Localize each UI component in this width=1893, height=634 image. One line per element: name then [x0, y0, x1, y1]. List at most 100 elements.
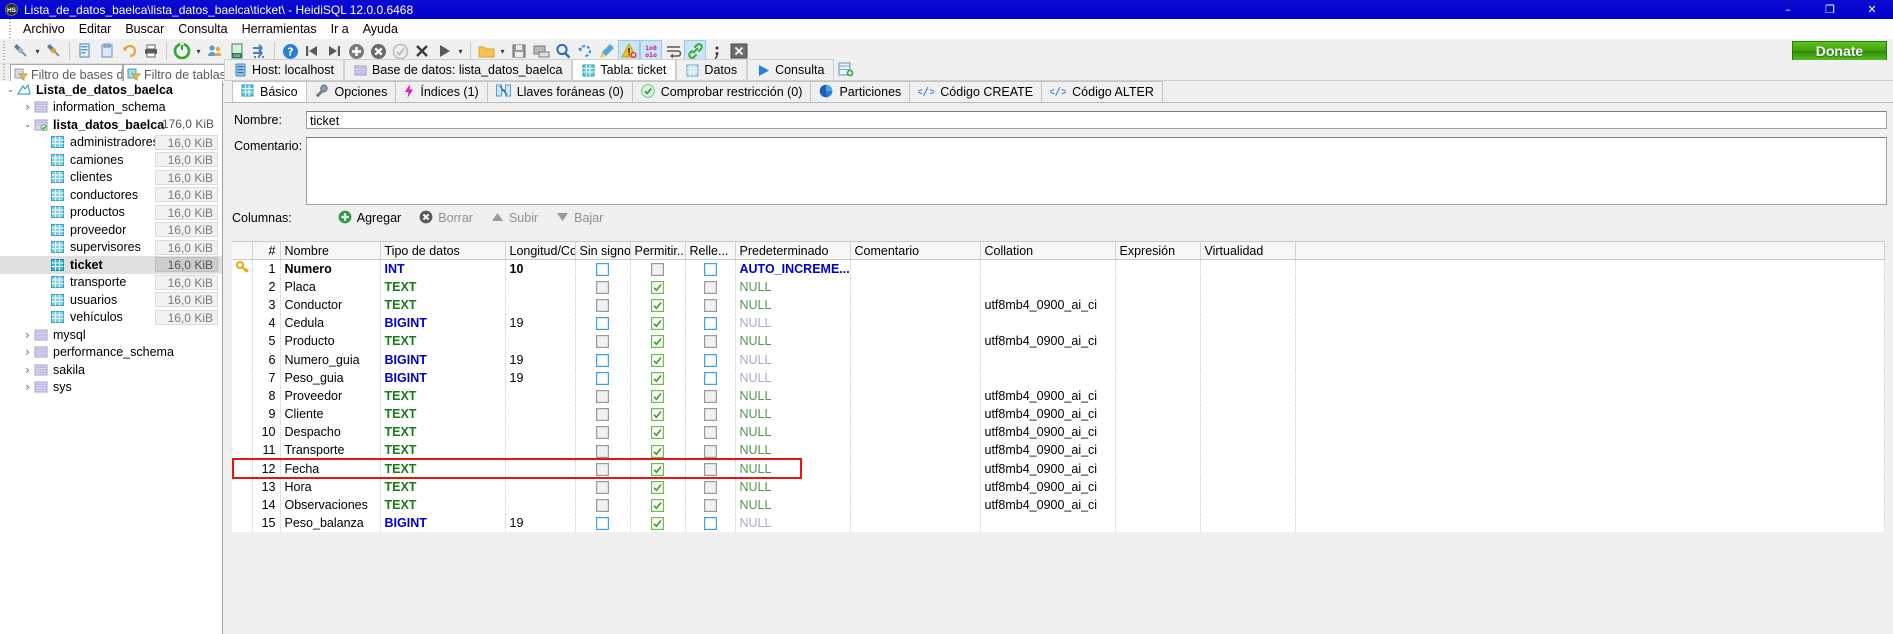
column-name[interactable]: Peso_balanza	[280, 514, 381, 533]
tab-opciones[interactable]: Opciones	[305, 81, 397, 102]
maximize-button[interactable]: ❐	[1809, 0, 1851, 19]
column-header-permitir-[interactable]: Permitir...	[630, 241, 686, 260]
column-name[interactable]: Cliente	[280, 405, 381, 424]
column-comment[interactable]	[850, 259, 981, 278]
tree-item-performance-schema[interactable]: › performance_schema	[0, 344, 222, 362]
unsigned-checkbox[interactable]	[575, 295, 631, 315]
column-default[interactable]: NULL	[735, 386, 851, 405]
column-default[interactable]: NULL	[735, 350, 851, 369]
column-length[interactable]	[505, 405, 576, 424]
column-expression[interactable]	[1115, 386, 1201, 405]
table-row[interactable]: 6 Numero_guia BIGINT 19 NULL	[232, 350, 1885, 369]
table-row[interactable]: 7 Peso_guia BIGINT 19 NULL	[232, 368, 1885, 387]
column-length[interactable]	[505, 295, 576, 315]
column-length[interactable]	[505, 441, 576, 460]
column-datatype[interactable]: BIGINT	[380, 314, 506, 333]
column-name[interactable]: Conductor	[280, 295, 381, 315]
unsigned-checkbox[interactable]	[575, 368, 631, 387]
connect-dropdown-icon[interactable]: ▾	[32, 40, 43, 62]
tab-llaves-foraneas[interactable]: Llaves foráneas (0)	[486, 81, 633, 102]
minimize-button[interactable]: –	[1767, 0, 1809, 19]
column-length[interactable]: 19	[505, 314, 576, 333]
column-expression[interactable]	[1115, 259, 1201, 278]
tab-indices[interactable]: Índices (1)	[395, 81, 488, 102]
chevron-right-icon[interactable]: ›	[21, 361, 34, 378]
column-virtuality[interactable]	[1200, 314, 1296, 333]
columns-grid[interactable]: #NombreTipo de datosLongitud/Co...Sin si…	[232, 241, 1885, 634]
disconnect-icon[interactable]	[43, 40, 65, 62]
table-row[interactable]: 14 Observaciones TEXT NULL utf8mb4_0900_ai_c…	[232, 495, 1885, 515]
unsigned-checkbox[interactable]	[575, 459, 631, 478]
column-name[interactable]: Numero_guia	[280, 350, 381, 369]
zerofill-checkbox[interactable]	[685, 259, 736, 278]
nullable-checkbox[interactable]	[630, 423, 686, 442]
column-collation[interactable]	[980, 350, 1116, 369]
column-name[interactable]: Peso_guia	[280, 368, 381, 387]
column-comment[interactable]	[850, 441, 981, 460]
column-collation[interactable]: utf8mb4_0900_ai_ci	[980, 405, 1116, 424]
menu-item-consulta[interactable]: Consulta	[171, 20, 234, 38]
nullable-checkbox[interactable]	[630, 477, 686, 496]
nullable-checkbox[interactable]	[630, 350, 686, 369]
menu-item-herramientas[interactable]: Herramientas	[235, 20, 324, 38]
main-tab-query[interactable]: Consulta	[747, 59, 835, 80]
column-collation[interactable]: utf8mb4_0900_ai_ci	[980, 423, 1116, 442]
main-tab-database[interactable]: Base de datos: lista_datos_baelca	[343, 59, 573, 80]
column-datatype[interactable]: TEXT	[380, 423, 506, 442]
column-header-comentario[interactable]: Comentario	[850, 241, 981, 260]
column-expression[interactable]	[1115, 423, 1201, 442]
column-collation[interactable]	[980, 259, 1116, 278]
column-length[interactable]: 19	[505, 350, 576, 369]
unsigned-checkbox[interactable]	[575, 386, 631, 405]
column-name[interactable]: Proveedor	[280, 386, 381, 405]
refresh-icon[interactable]	[171, 40, 193, 62]
column-datatype[interactable]: BIGINT	[380, 368, 506, 387]
column-collation[interactable]	[980, 514, 1116, 533]
tree-item-productos[interactable]: productos 16,0 KiB	[0, 204, 222, 222]
column-virtuality[interactable]	[1200, 423, 1296, 442]
nullable-checkbox[interactable]	[630, 441, 686, 460]
column-expression[interactable]	[1115, 495, 1201, 515]
column-comment[interactable]	[850, 459, 981, 478]
column-length[interactable]: 19	[505, 368, 576, 387]
zerofill-checkbox[interactable]	[685, 405, 736, 424]
column-default[interactable]: NULL	[735, 405, 851, 424]
column-header-expresi-n[interactable]: Expresión	[1115, 241, 1201, 260]
zerofill-checkbox[interactable]	[685, 386, 736, 405]
column-datatype[interactable]: TEXT	[380, 441, 506, 460]
nullable-checkbox[interactable]	[630, 368, 686, 387]
unsigned-checkbox[interactable]	[575, 495, 631, 515]
column-datatype[interactable]: TEXT	[380, 495, 506, 515]
column-default[interactable]: NULL	[735, 277, 851, 296]
column-virtuality[interactable]	[1200, 368, 1296, 387]
tree-item-information-schema[interactable]: › information_schema	[0, 99, 222, 117]
zerofill-checkbox[interactable]	[685, 459, 736, 478]
table-row[interactable]: 12 Fecha TEXT NULL utf8mb4_0900_ai_ci	[232, 459, 1885, 478]
column-comment[interactable]	[850, 332, 981, 351]
table-row[interactable]: 15 Peso_balanza BIGINT 19 NULL	[232, 514, 1885, 533]
move-down-button[interactable]: Bajar	[550, 209, 609, 228]
table-row[interactable]: 10 Despacho TEXT NULL utf8mb4_0900_ai_ci	[232, 423, 1885, 442]
tree-item-ticket[interactable]: ticket 16,0 KiB	[0, 256, 222, 274]
column-header-nombre[interactable]: Nombre	[280, 241, 381, 260]
menu-item-archivo[interactable]: Archivo	[16, 20, 72, 38]
main-tab-table[interactable]: Tabla: ticket	[572, 59, 677, 80]
nullable-checkbox[interactable]	[630, 386, 686, 405]
zerofill-checkbox[interactable]	[685, 295, 736, 315]
zerofill-checkbox[interactable]	[685, 441, 736, 460]
column-length[interactable]	[505, 277, 576, 296]
column-collation[interactable]: utf8mb4_0900_ai_ci	[980, 332, 1116, 351]
new-query-tab-icon[interactable]	[74, 40, 96, 62]
zerofill-checkbox[interactable]	[685, 368, 736, 387]
column-default[interactable]: NULL	[735, 423, 851, 442]
table-row[interactable]: 9 Cliente TEXT NULL utf8mb4_0900_ai_ci	[232, 405, 1885, 424]
table-row[interactable]: 11 Transporte TEXT NULL utf8mb4_0900_ai_ci	[232, 441, 1885, 460]
column-name[interactable]: Placa	[280, 277, 381, 296]
menu-item-editar[interactable]: Editar	[72, 20, 119, 38]
column-header-virtualidad[interactable]: Virtualidad	[1200, 241, 1296, 260]
zerofill-checkbox[interactable]	[685, 423, 736, 442]
column-expression[interactable]	[1115, 477, 1201, 496]
menu-item-ir-a[interactable]: Ir a	[324, 20, 356, 38]
tree-item-lista-de-datos-baelca[interactable]: ⌄ Lista_de_datos_baelca	[0, 81, 222, 99]
column-virtuality[interactable]	[1200, 514, 1296, 533]
